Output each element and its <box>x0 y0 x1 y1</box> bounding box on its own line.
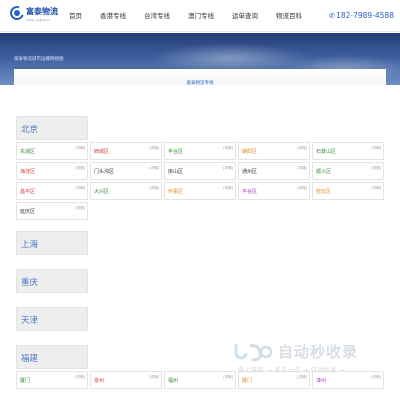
city-name[interactable]: 房山区 <box>168 168 183 175</box>
detail-link[interactable]: [详情] <box>223 186 233 191</box>
detail-link[interactable]: [详情] <box>75 375 85 380</box>
city-cell[interactable]: 平谷区 [详情] <box>238 182 310 200</box>
city-cell[interactable]: 密云区 [详情] <box>312 182 384 200</box>
detail-link[interactable]: [详情] <box>371 166 381 171</box>
city-name[interactable]: 西城区 <box>94 148 109 155</box>
city-cell[interactable]: 石景山区 [详情] <box>312 142 384 160</box>
section-title: 富泰物流专线 <box>186 81 214 86</box>
city-name[interactable]: 石景山区 <box>316 148 336 155</box>
main-nav: 首页 香港专线 台湾专线 澳门专线 运单查询 物流百科 <box>60 0 311 32</box>
city-cell[interactable]: 泉州 [详情] <box>90 371 162 389</box>
nav-home[interactable]: 首页 <box>60 0 91 32</box>
city-name[interactable]: 怀柔区 <box>168 188 183 195</box>
city-cell[interactable]: 福州 [详情] <box>164 371 236 389</box>
city-cell[interactable]: 顺义区 [详情] <box>312 162 384 180</box>
nav-wiki[interactable]: 物流百科 <box>267 0 311 32</box>
city-name[interactable]: 大兴区 <box>94 188 109 195</box>
city-name[interactable]: 密云区 <box>316 188 331 195</box>
nav-tracking[interactable]: 运单查询 <box>223 0 267 32</box>
city-cell[interactable]: 门头沟区 [详情] <box>90 162 162 180</box>
detail-link[interactable]: [详情] <box>149 146 159 151</box>
watermark: 自动秒收录 做上链接 → 来访一次 → 自动收录 → <box>232 340 392 380</box>
detail-link[interactable]: [详情] <box>297 166 307 171</box>
city-cell[interactable]: 丰台区 [详情] <box>164 142 236 160</box>
logo-name: 富泰物流 <box>26 7 58 16</box>
city-cell[interactable]: 房山区 [详情] <box>164 162 236 180</box>
city-cell[interactable]: 西城区 [详情] <box>90 142 162 160</box>
city-cell[interactable]: 朝阳区 [详情] <box>238 142 310 160</box>
watermark-subtitle: 做上链接 → 来访一次 → 自动收录 → <box>238 367 345 374</box>
detail-link[interactable]: [详情] <box>149 375 159 380</box>
detail-link[interactable]: [详情] <box>75 146 85 151</box>
detail-link[interactable]: [详情] <box>75 166 85 171</box>
logo-dot-icon <box>14 10 20 16</box>
detail-link[interactable]: [详情] <box>371 186 381 191</box>
nav-taiwan[interactable]: 台湾专线 <box>135 0 179 32</box>
city-name[interactable]: 福州 <box>168 377 178 384</box>
city-name[interactable]: 门头沟区 <box>94 168 114 175</box>
city-name[interactable]: 丰台区 <box>168 148 183 155</box>
detail-link[interactable]: [详情] <box>297 146 307 151</box>
city-cell[interactable]: 怀柔区 [详情] <box>164 182 236 200</box>
detail-link[interactable]: [详情] <box>371 146 381 151</box>
region-header[interactable]: 上海 <box>16 231 88 255</box>
region-name: 上海 <box>21 240 39 250</box>
phone-number[interactable]: ✆182-7989-4588 <box>329 0 394 32</box>
city-name[interactable]: 泉州 <box>94 377 104 384</box>
region-header[interactable]: 重庆 <box>16 269 88 293</box>
city-name[interactable]: 东城区 <box>20 148 35 155</box>
region-header[interactable]: 天津 <box>16 307 88 331</box>
nav-hongkong[interactable]: 香港专线 <box>91 0 135 32</box>
detail-link[interactable]: [详情] <box>149 186 159 191</box>
city-cell[interactable]: 大兴区 [详情] <box>90 182 162 200</box>
city-name[interactable]: 朝阳区 <box>242 148 257 155</box>
phone-icon: ✆ <box>329 12 336 20</box>
nav-macau[interactable]: 澳门专线 <box>179 0 223 32</box>
detail-link[interactable]: [详情] <box>297 186 307 191</box>
detail-link[interactable]: [详情] <box>75 186 85 191</box>
city-cell[interactable]: 厦门 [详情] <box>16 371 88 389</box>
city-name[interactable]: 厦门 <box>20 377 30 384</box>
city-name[interactable]: 通州区 <box>242 168 257 175</box>
breadcrumb: 富泰物流城市运输网络图 <box>14 57 64 62</box>
city-name[interactable]: 海淀区 <box>20 168 35 175</box>
city-name[interactable]: 延庆区 <box>20 208 35 215</box>
detail-link[interactable]: [详情] <box>223 166 233 171</box>
region-name: 北京 <box>21 125 39 135</box>
city-cell[interactable]: 海淀区 [详情] <box>16 162 88 180</box>
region-name: 天津 <box>21 316 39 326</box>
city-cell[interactable]: 昌平区 [详情] <box>16 182 88 200</box>
watermark-text: 自动秒收录 <box>278 343 359 361</box>
city-cell[interactable]: 东城区 [详情] <box>16 142 88 160</box>
region-header[interactable]: 福建 <box>16 345 88 369</box>
region-header[interactable]: 北京 <box>16 116 88 140</box>
city-name[interactable]: 顺义区 <box>316 168 331 175</box>
region-name: 重庆 <box>21 278 39 288</box>
city-name[interactable]: 昌平区 <box>20 188 35 195</box>
detail-link[interactable]: [详情] <box>223 146 233 151</box>
section-title-bar: 富泰物流专线 <box>14 69 386 86</box>
site-header: 富泰物流 Futai Logistics 首页 香港专线 台湾专线 澳门专线 运… <box>0 0 400 32</box>
site-logo[interactable]: 富泰物流 Futai Logistics <box>7 3 62 28</box>
detail-link[interactable]: [详情] <box>75 206 85 211</box>
city-cell[interactable]: 通州区 [详情] <box>238 162 310 180</box>
logo-subtitle: Futai Logistics <box>26 18 51 22</box>
detail-link[interactable]: [详情] <box>149 166 159 171</box>
city-cell[interactable]: 延庆区 [详情] <box>16 202 88 220</box>
region-name: 福建 <box>21 354 39 364</box>
phone-text: 182-7989-4588 <box>336 11 394 20</box>
city-name[interactable]: 平谷区 <box>242 188 257 195</box>
watermark-logo-icon <box>234 344 273 362</box>
